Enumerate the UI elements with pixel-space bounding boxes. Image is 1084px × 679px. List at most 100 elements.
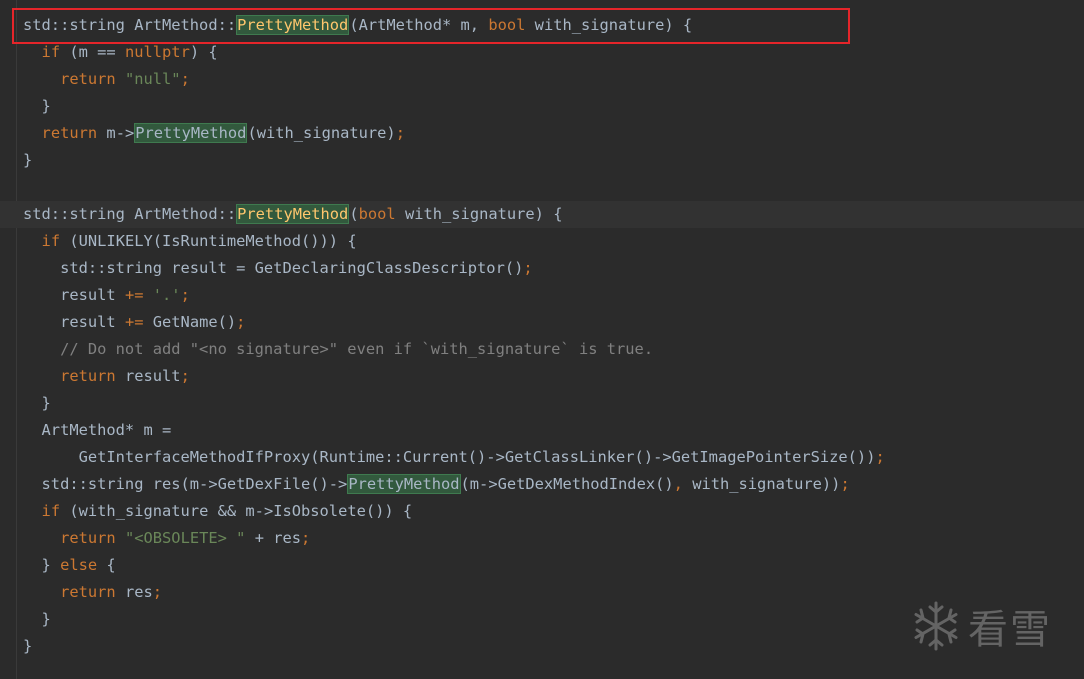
- code-line[interactable]: return "null";: [23, 66, 1084, 93]
- code-token: +=: [124, 286, 144, 304]
- code-line[interactable]: // Do not add "<no signature>" even if `…: [23, 336, 1084, 363]
- code-line[interactable]: return "<OBSOLETE> " + res;: [23, 525, 1084, 552]
- code-token: bool: [488, 16, 526, 34]
- code-token: result: [23, 313, 125, 331]
- code-line[interactable]: if (UNLIKELY(IsRuntimeMethod())) {: [23, 228, 1084, 255]
- code-token: (m ==: [60, 43, 125, 61]
- code-token: (with_signature && m->IsObsolete()) {: [60, 502, 413, 520]
- code-line[interactable]: }: [23, 93, 1084, 120]
- code-token: '.': [152, 286, 181, 304]
- code-token: with_signature) {: [525, 16, 693, 34]
- snowflake-icon: [910, 600, 962, 652]
- watermark-text: 看雪: [968, 607, 1052, 653]
- code-token: {: [97, 556, 116, 574]
- code-token: if: [41, 232, 61, 250]
- code-token: return: [60, 529, 116, 547]
- code-area[interactable]: std::string ArtMethod::PrettyMethod(ArtM…: [0, 12, 1084, 660]
- code-token: ;: [180, 367, 190, 385]
- code-line[interactable]: result += GetName();: [23, 309, 1084, 336]
- code-line[interactable]: } else {: [23, 552, 1084, 579]
- code-line[interactable]: std::string ArtMethod::PrettyMethod(bool…: [0, 201, 1084, 228]
- identifier-highlight: PrettyMethod: [236, 15, 350, 35]
- code-token: // Do not add "<no signature>" even if `…: [23, 340, 654, 358]
- code-token: with_signature)): [682, 475, 841, 493]
- code-token: ;: [180, 70, 190, 88]
- code-line[interactable]: [23, 174, 1084, 201]
- code-token: (with_signature): [247, 124, 396, 142]
- code-token: ;: [236, 313, 246, 331]
- code-token: ;: [840, 475, 850, 493]
- code-token: "null": [124, 70, 181, 88]
- code-token: ) {: [189, 43, 218, 61]
- code-line[interactable]: std::string ArtMethod::PrettyMethod(ArtM…: [23, 12, 1084, 39]
- code-token: + res: [245, 529, 302, 547]
- code-token: std::string ArtMethod::: [23, 205, 237, 223]
- identifier-highlight: PrettyMethod: [134, 123, 248, 143]
- code-token: else: [60, 556, 98, 574]
- code-token: return: [41, 124, 98, 142]
- code-token: (ArtMethod* m,: [349, 16, 489, 34]
- code-token: nullptr: [124, 43, 190, 61]
- identifier-highlight: PrettyMethod: [236, 204, 350, 224]
- code-token: }: [23, 610, 51, 628]
- code-token: GetName(): [143, 313, 237, 331]
- code-token: ;: [301, 529, 311, 547]
- code-line[interactable]: std::string result = GetDeclaringClassDe…: [23, 255, 1084, 282]
- code-line[interactable]: }: [23, 147, 1084, 174]
- code-token: std::string result = GetDeclaringClassDe…: [23, 259, 524, 277]
- code-token: ArtMethod* m =: [23, 421, 172, 439]
- code-token: (UNLIKELY(IsRuntimeMethod())) {: [60, 232, 357, 250]
- code-token: }: [23, 637, 33, 655]
- code-line[interactable]: return result;: [23, 363, 1084, 390]
- code-token: GetInterfaceMethodIfProxy(Runtime::Curre…: [23, 448, 876, 466]
- code-token: bool: [358, 205, 396, 223]
- code-token: "<OBSOLETE> ": [124, 529, 246, 547]
- code-line[interactable]: ArtMethod* m =: [23, 417, 1084, 444]
- code-token: with_signature) {: [395, 205, 563, 223]
- code-token: (: [349, 205, 359, 223]
- code-line[interactable]: if (with_signature && m->IsObsolete()) {: [23, 498, 1084, 525]
- code-token: result: [115, 367, 181, 385]
- code-token: ;: [152, 583, 163, 601]
- code-token: m->: [97, 124, 135, 142]
- code-token: }: [23, 394, 51, 412]
- code-token: ;: [875, 448, 885, 466]
- code-token: ;: [180, 286, 190, 304]
- code-token: if: [41, 502, 61, 520]
- code-token: std::string res(m->GetDexFile()->: [23, 475, 348, 493]
- code-token: result: [23, 286, 125, 304]
- code-token: if: [41, 43, 61, 61]
- code-token: return: [60, 367, 116, 385]
- code-token: res: [115, 583, 153, 601]
- code-token: std::string ArtMethod::: [23, 16, 237, 34]
- code-line[interactable]: if (m == nullptr) {: [23, 39, 1084, 66]
- code-line[interactable]: std::string res(m->GetDexFile()->PrettyM…: [23, 471, 1084, 498]
- code-line[interactable]: GetInterfaceMethodIfProxy(Runtime::Curre…: [23, 444, 1084, 471]
- code-token: ;: [395, 124, 405, 142]
- code-token: }: [23, 556, 61, 574]
- gutter-divider: [16, 0, 17, 679]
- code-token: }: [23, 97, 51, 115]
- watermark: 看雪: [910, 597, 1052, 655]
- identifier-highlight: PrettyMethod: [347, 474, 461, 494]
- code-line[interactable]: result += '.';: [23, 282, 1084, 309]
- code-token: }: [23, 151, 33, 169]
- code-line[interactable]: }: [23, 390, 1084, 417]
- code-token: return: [60, 70, 116, 88]
- code-token: +=: [124, 313, 144, 331]
- code-token: ,: [673, 475, 683, 493]
- code-token: (m->GetDexMethodIndex(): [460, 475, 674, 493]
- code-line[interactable]: return m->PrettyMethod(with_signature);: [23, 120, 1084, 147]
- code-token: ;: [523, 259, 533, 277]
- code-editor[interactable]: std::string ArtMethod::PrettyMethod(ArtM…: [0, 0, 1084, 679]
